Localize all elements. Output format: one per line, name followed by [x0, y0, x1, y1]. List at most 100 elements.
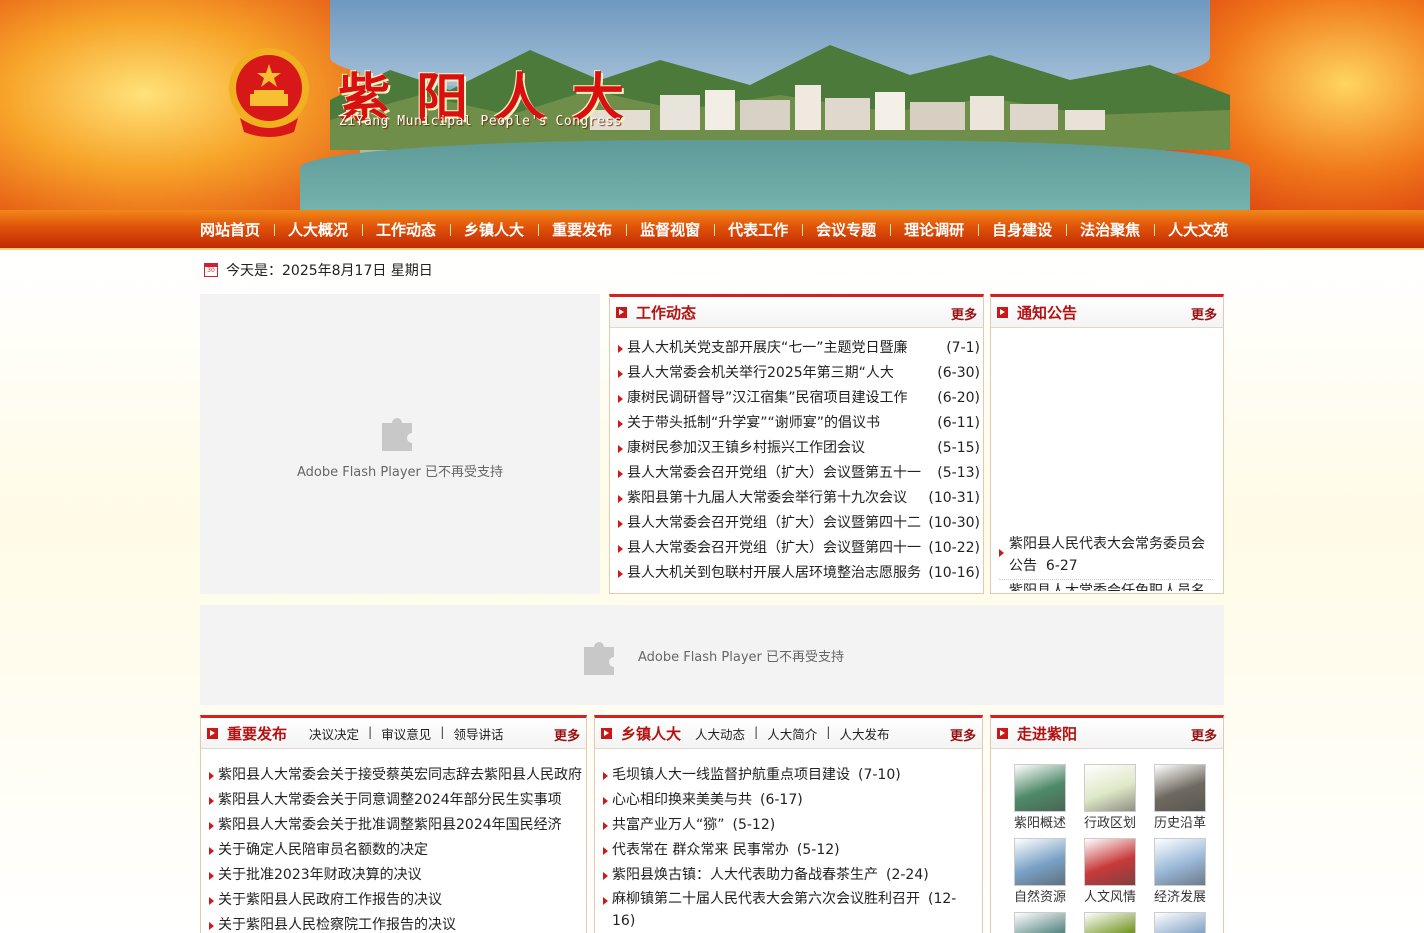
notice-more-link[interactable]: 更多 — [1191, 304, 1217, 323]
township-more-link[interactable]: 更多 — [950, 725, 976, 744]
notice-title: 通知公告 — [1017, 303, 1078, 322]
news-title: 麻柳镇第二十届人民代表大会第六次会议胜利召开 — [612, 891, 920, 907]
nav-item-home[interactable]: 网站首页 — [186, 210, 274, 250]
news-title: 毛坝镇人大一线监督护航重点项目建设 — [612, 767, 850, 783]
list-item[interactable]: 关于批准2023年财政决算的决议 — [209, 863, 586, 888]
thumb-image — [1154, 838, 1206, 886]
list-item[interactable]: 毛坝镇人大一线监督护航重点项目建设 (7-10) — [603, 763, 982, 788]
list-item[interactable]: 紫阳县人大常委会关于批准调整紫阳县2024年国民经济 — [209, 813, 586, 838]
notice-item-title: 紫阳县人民代表大会常务委员会公告 — [1009, 536, 1205, 574]
releases-subtabs: 决议决定 | 审议意见 | 领导讲话 — [309, 723, 504, 743]
list-item[interactable]: 紫阳县人大常委会任免职人员名 — [999, 580, 1213, 591]
thumb-image — [1014, 838, 1066, 886]
releases-list: 紫阳县人大常委会关于接受蔡英宏同志辞去紫阳县人民政府 紫阳县人大常委会关于同意调… — [201, 749, 586, 933]
notice-panel: 通知公告 更多 紫阳县人民代表大会常务委员会公告 6-27 紫阳县人大常委会任免… — [990, 294, 1224, 594]
tab-congress-intro[interactable]: 人大简介 — [767, 724, 817, 743]
news-date: (2-24) — [878, 867, 929, 883]
thumb-image — [1154, 912, 1206, 933]
thumb-caption: 经济发展 — [1153, 890, 1206, 905]
section-arrow-icon — [207, 727, 218, 739]
site-banner: 紫阳人大 ZiYang Municipal People's Congress — [0, 0, 1424, 210]
thumb-history[interactable]: 历史沿革 — [1145, 764, 1215, 836]
thumb-economy[interactable]: 经济发展 — [1145, 838, 1215, 910]
list-item[interactable]: 关于带头抵制“升学宴”“谢师宴”的倡议书 (6-11) — [618, 411, 983, 436]
calendar-icon: 30 — [204, 263, 218, 277]
notice-item-title: 紫阳县人大常委会任免职人员名 — [1009, 583, 1205, 591]
nav-item-research[interactable]: 理论调研 — [890, 210, 978, 250]
list-item[interactable]: 紫阳县人大常委会关于同意调整2024年部分民生实事项 — [209, 788, 586, 813]
notice-header: 通知公告 更多 — [991, 297, 1223, 328]
news-date: (6-11) — [931, 411, 980, 436]
releases-more-link[interactable]: 更多 — [554, 725, 580, 744]
nav-item-literature[interactable]: 人大文苑 — [1154, 210, 1242, 250]
news-title: 县人大机关到包联村开展人居环境整治志愿服务 — [627, 565, 921, 581]
tab-congress-news[interactable]: 人大动态 — [695, 724, 745, 743]
news-title: 康树民参加汉王镇乡村振兴工作团会议 — [627, 440, 865, 456]
banner-river — [300, 140, 1250, 210]
news-title: 县人大机关党支部开展庆“七一”主题党日暨廉 — [627, 340, 908, 356]
news-date: (10-22) — [922, 536, 980, 561]
news-date: (7-10) — [850, 767, 901, 783]
list-item[interactable]: 县人大常委会召开党组（扩大）会议暨第四十一 (10-22) — [618, 536, 983, 561]
news-date: (5-13) — [931, 461, 980, 486]
nav-item-overview[interactable]: 人大概况 — [274, 210, 362, 250]
list-item[interactable]: 县人大机关党支部开展庆“七一”主题党日暨廉 (7-1) — [618, 336, 983, 361]
plugin-puzzle-icon — [382, 417, 412, 451]
news-title: 县人大常委会召开党组（扩大）会议暨第四十一 — [627, 540, 921, 556]
thumb-caption: 紫阳概述 — [1013, 816, 1066, 831]
nav-item-self-building[interactable]: 自身建设 — [978, 210, 1066, 250]
thumb-culture[interactable]: 人文风情 — [1075, 838, 1145, 910]
list-item[interactable]: 关于紫阳县人民检察院工作报告的决议 — [209, 913, 586, 933]
list-item[interactable]: 康树民调研督导”汉江宿集”民宿项目建设工作 (6-20) — [618, 386, 983, 411]
tab-congress-releases[interactable]: 人大发布 — [839, 724, 889, 743]
tab-resolutions[interactable]: 决议决定 — [309, 724, 359, 743]
list-item[interactable]: 代表常在 群众常来 民事常办 (5-12) — [603, 838, 982, 863]
thumb-caption: 行政区划 — [1083, 816, 1136, 831]
thumb-more-1[interactable] — [1005, 912, 1075, 933]
list-item[interactable]: 紫阳县第十九届人大常委会举行第十九次会议 (10-31) — [618, 486, 983, 511]
thumb-image — [1154, 764, 1206, 812]
nav-item-deputies[interactable]: 代表工作 — [714, 210, 802, 250]
thumb-caption: 历史沿革 — [1153, 816, 1206, 831]
list-item[interactable]: 康树民参加汉王镇乡村振兴工作团会议 (5-15) — [618, 436, 983, 461]
nav-item-work-news[interactable]: 工作动态 — [362, 210, 450, 250]
list-item[interactable]: 紫阳县焕古镇：人大代表助力备战春茶生产 (2-24) — [603, 863, 982, 888]
list-item[interactable]: 麻柳镇第二十届人民代表大会第六次会议胜利召开 (12-16) — [603, 888, 982, 933]
nav-item-township[interactable]: 乡镇人大 — [450, 210, 538, 250]
work-news-more-link[interactable]: 更多 — [951, 304, 977, 323]
releases-panel: 重要发布 决议决定 | 审议意见 | 领导讲话 更多 紫阳县人大常委会关于接受蔡英宏… — [200, 715, 587, 933]
list-item[interactable]: 紫阳县人民代表大会常务委员会公告 6-27 — [999, 533, 1213, 580]
thumb-image — [1014, 764, 1066, 812]
news-date: (5-15) — [931, 436, 980, 461]
nav-item-rule-of-law[interactable]: 法治聚焦 — [1066, 210, 1154, 250]
ziyang-panel: 走进紫阳 更多 紫阳概述 行政区划 历史沿革 自然资源 人文风情 经济发展 — [990, 715, 1224, 933]
tab-review-opinions[interactable]: 审议意见 — [381, 724, 431, 743]
main-nav: 网站首页 人大概况 工作动态 乡镇人大 重要发布 监督视窗 代表工作 会议专题 … — [0, 210, 1424, 250]
tab-leader-speeches[interactable]: 领导讲话 — [453, 724, 503, 743]
list-item[interactable]: 县人大常委会机关举行2025年第三期“人大 (6-30) — [618, 361, 983, 386]
list-item[interactable]: 县人大常委会召开党组（扩大）会议暨第五十一 (5-13) — [618, 461, 983, 486]
ziyang-more-link[interactable]: 更多 — [1191, 725, 1217, 744]
nav-item-releases[interactable]: 重要发布 — [538, 210, 626, 250]
thumb-admin-divisions[interactable]: 行政区划 — [1075, 764, 1145, 836]
list-item[interactable]: 关于确定人民陪审员名额数的决定 — [209, 838, 586, 863]
list-item[interactable]: 县人大常委会召开党组（扩大）会议暨第四十二 (10-30) — [618, 511, 983, 536]
thumb-natural-resources[interactable]: 自然资源 — [1005, 838, 1075, 910]
list-item[interactable]: 紫阳县人大常委会关于接受蔡英宏同志辞去紫阳县人民政府 — [209, 763, 586, 788]
news-title: 代表常在 群众常来 民事常办 — [612, 842, 789, 858]
work-news-title: 工作动态 — [636, 303, 697, 322]
nav-item-supervision[interactable]: 监督视窗 — [626, 210, 714, 250]
list-item[interactable]: 心心相印换来美美与共 (6-17) — [603, 788, 982, 813]
news-date: (6-17) — [752, 792, 803, 808]
list-item[interactable]: 县人大机关到包联村开展人居环境整治志愿服务 (10-16) — [618, 561, 983, 586]
thumb-more-3[interactable] — [1145, 912, 1215, 933]
list-item[interactable]: 关于紫阳县人民政府工作报告的决议 — [209, 888, 586, 913]
thumb-more-2[interactable] — [1075, 912, 1145, 933]
thumb-overview[interactable]: 紫阳概述 — [1005, 764, 1075, 836]
nav-item-meetings[interactable]: 会议专题 — [802, 210, 890, 250]
flash-placeholder-slideshow: Adobe Flash Player 已不再受支持 — [200, 294, 600, 594]
date-row: 30 今天是：2025年8月17日 星期日 — [204, 260, 433, 280]
plugin-puzzle-icon — [583, 642, 614, 675]
news-date: (10-16) — [922, 561, 980, 586]
list-item[interactable]: 共富产业万人“猕” (5-12) — [603, 813, 982, 838]
